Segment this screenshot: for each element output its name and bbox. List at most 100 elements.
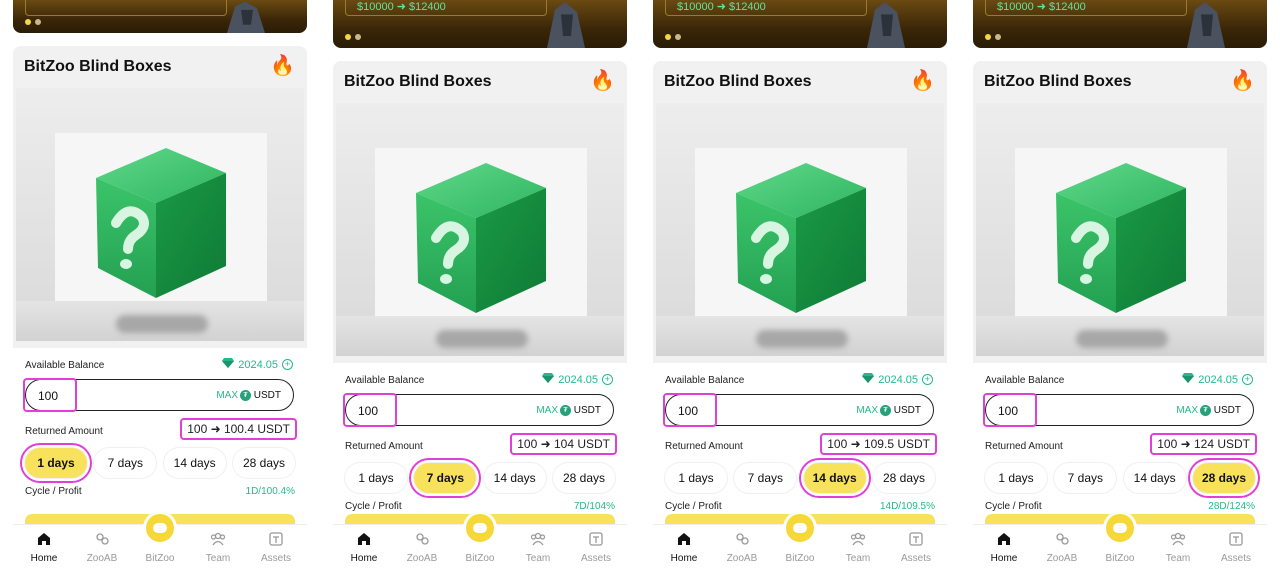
mystery-box-image[interactable] [396,153,566,323]
banner-text: $10000 ➜ $12400 [677,1,766,13]
amount-value[interactable]: 100 [38,389,58,403]
cycle-option-4[interactable]: 28 days [1187,458,1260,498]
cycle-option-1[interactable]: 1 days [665,463,727,493]
bitzoo-icon[interactable] [1103,511,1137,545]
promo-banner[interactable] [13,0,307,33]
nav-bitzoo[interactable]: BitZoo [135,511,185,569]
nav-assets[interactable]: Assets [891,525,941,569]
max-button[interactable]: MAX [216,390,238,401]
promo-banner[interactable]: $10000 ➜ $12400 [653,0,947,48]
amount-unit: USDT [253,390,281,401]
nav-home[interactable]: Home [659,525,709,569]
fire-icon: 🔥 [270,55,295,77]
amount-value[interactable]: 100 [998,404,1018,418]
carousel-dot[interactable] [985,34,991,40]
nav-home[interactable]: Home [979,525,1029,569]
returned-amount: 100 ➜ 109.5 USDT [820,433,937,455]
nav-team[interactable]: Team [833,525,883,569]
returned-amount: 100 ➜ 100.4 USDT [180,418,297,440]
add-balance-icon[interactable]: + [1242,374,1253,385]
max-button[interactable]: MAX [856,405,878,416]
nav-zooab[interactable]: ZooAB [1037,525,1087,569]
zooab-icon [734,531,750,553]
nav-label: Team [1165,553,1191,564]
nav-home[interactable]: Home [339,525,389,569]
carousel-dots [985,34,1001,40]
nav-team[interactable]: Team [1153,525,1203,569]
nav-zooab[interactable]: ZooAB [77,525,127,569]
cycle-option-2[interactable]: 7 days [409,458,482,498]
cycle-profit-value: 7D/104% [573,501,615,512]
cycle-option-1[interactable]: 1 days [20,443,92,483]
mystery-box-image[interactable] [716,153,886,323]
carousel-dot[interactable] [995,34,1001,40]
bitzoo-icon[interactable] [463,511,497,545]
nav-assets[interactable]: Assets [251,525,301,569]
nav-label: ZooAB [406,553,438,564]
nav-bitzoo[interactable]: BitZoo [1095,511,1145,569]
max-button[interactable]: MAX [536,405,558,416]
blind-box-showcase [976,103,1264,356]
blind-box-showcase [656,103,944,356]
cycle-option-2[interactable]: 7 days [734,463,797,493]
cycle-option-3[interactable]: 14 days [1123,463,1186,493]
nav-home[interactable]: Home [19,525,69,569]
nav-assets[interactable]: Assets [571,525,621,569]
mystery-box-image[interactable] [1036,153,1206,323]
mystery-box-image[interactable] [76,138,246,308]
nav-zooab[interactable]: ZooAB [397,525,447,569]
promo-banner[interactable]: $10000 ➜ $12400 [973,0,1267,48]
nav-team[interactable]: Team [193,525,243,569]
nav-label: Assets [1220,553,1251,564]
cycle-profit-value: 14D/109.5% [879,501,935,512]
cycle-profit-value: 28D/124% [1208,501,1255,512]
carousel-dot[interactable] [25,19,31,25]
cycle-profit-label: Cycle / Profit [665,501,722,512]
add-balance-icon[interactable]: + [922,374,933,385]
add-balance-icon[interactable]: + [282,359,293,370]
carousel-dot[interactable] [355,34,361,40]
nav-label: Team [525,553,551,564]
promo-banner[interactable]: $10000 ➜ $12400 [333,0,627,48]
amount-input[interactable]: 100 MAX ₮ USDT [345,394,614,426]
nav-bitzoo[interactable]: BitZoo [775,511,825,569]
nav-team[interactable]: Team [513,525,563,569]
blurred-label [116,315,208,333]
returned-amount: 100 ➜ 124 USDT [1150,433,1257,455]
fire-icon: 🔥 [910,70,935,92]
cycle-option-2[interactable]: 7 days [94,448,157,478]
blurred-label [756,330,848,348]
cycle-option-3[interactable]: 14 days [483,463,546,493]
cycle-option-2[interactable]: 7 days [1054,463,1117,493]
amount-value[interactable]: 100 [358,404,378,418]
add-balance-icon[interactable]: + [602,374,613,385]
zooab-icon [1054,531,1070,553]
diamond-icon [222,358,235,371]
cycle-option-4[interactable]: 28 days [232,448,295,478]
amount-value[interactable]: 100 [678,404,698,418]
balance-label: Available Balance [25,360,105,371]
amount-input[interactable]: 100 MAX ₮ USDT [665,394,934,426]
bitzoo-icon[interactable] [143,511,177,545]
cycle-option-1[interactable]: 1 days [985,463,1047,493]
bitzoo-icon[interactable] [783,511,817,545]
carousel-dot[interactable] [345,34,351,40]
nav-bitzoo[interactable]: BitZoo [455,511,505,569]
cycle-option-4[interactable]: 28 days [872,463,935,493]
usdt-icon: ₮ [880,405,891,416]
nav-zooab[interactable]: ZooAB [717,525,767,569]
max-button[interactable]: MAX [1176,405,1198,416]
cycle-option-3[interactable]: 14 days [163,448,226,478]
amount-input[interactable]: 100 MAX ₮ USDT [985,394,1254,426]
banner-character-image [867,2,905,48]
cycle-option-1[interactable]: 1 days [345,463,407,493]
carousel-dot[interactable] [665,34,671,40]
nav-assets[interactable]: Assets [1211,525,1261,569]
returned-amount: 100 ➜ 104 USDT [510,433,617,455]
cycle-option-3[interactable]: 14 days [798,458,871,498]
carousel-dot[interactable] [675,34,681,40]
amount-input[interactable]: 100 MAX ₮ USDT [25,379,294,411]
cycle-option-4[interactable]: 28 days [552,463,615,493]
team-icon [1170,531,1186,553]
carousel-dot[interactable] [35,19,41,25]
